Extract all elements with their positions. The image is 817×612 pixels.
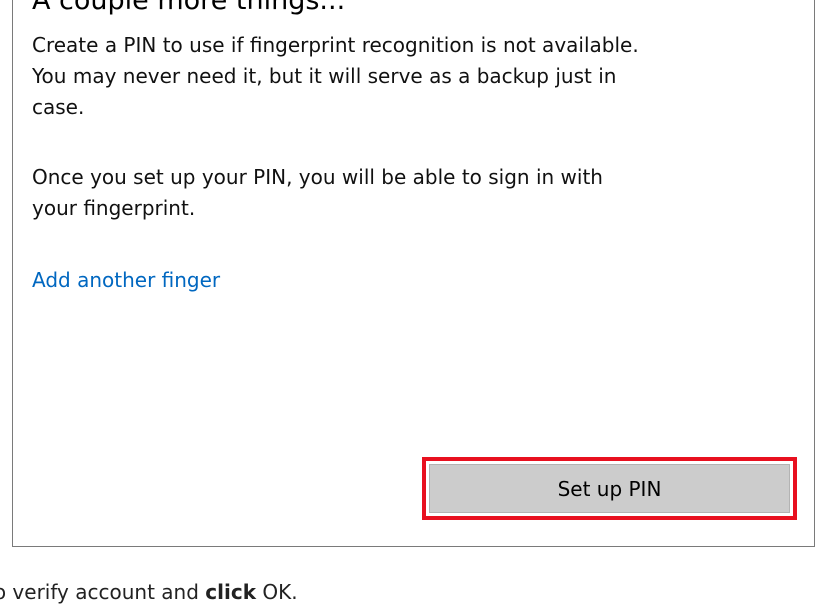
add-another-finger-link[interactable]: Add another finger <box>32 265 220 296</box>
setup-pin-highlight-box: Set up PIN <box>422 457 797 520</box>
instruction-caption: to verify account and click OK. <box>0 570 298 612</box>
fingerprint-setup-dialog: A couple more things... Create a PIN to … <box>12 0 815 547</box>
setup-pin-button[interactable]: Set up PIN <box>429 464 790 513</box>
dialog-title: A couple more things... <box>32 0 346 16</box>
caption-suffix: OK. <box>256 580 298 604</box>
fingerprint-signin-note: Once you set up your PIN, you will be ab… <box>32 165 603 220</box>
caption-prefix: to verify account and <box>0 580 206 604</box>
caption-bold-word: click <box>205 580 256 604</box>
screenshot-stage: A couple more things... Create a PIN to … <box>0 0 817 612</box>
pin-backup-description: Create a PIN to use if fingerprint recog… <box>32 33 639 119</box>
